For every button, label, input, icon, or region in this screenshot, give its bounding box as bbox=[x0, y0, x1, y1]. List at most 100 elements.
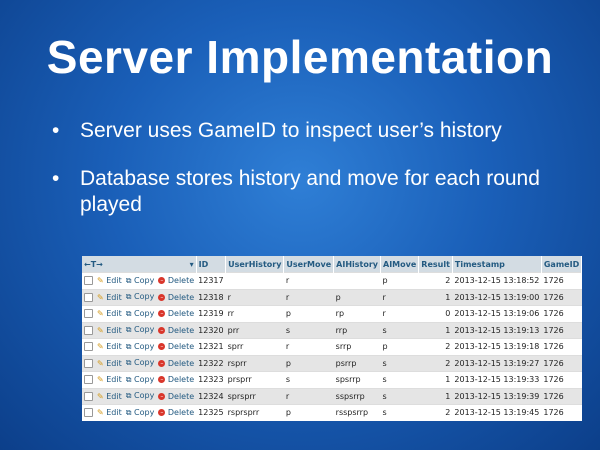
pencil-icon: ✎ bbox=[97, 309, 104, 319]
delete-icon: – bbox=[158, 409, 166, 417]
bullet-list: • Server uses GameID to inspect user’s h… bbox=[52, 118, 572, 240]
edit-button[interactable]: ✎ Edit bbox=[95, 305, 124, 322]
pencil-icon: ✎ bbox=[97, 342, 104, 352]
delete-button[interactable]: – Delete bbox=[156, 387, 197, 405]
copy-button[interactable]: ⧉ Copy bbox=[123, 371, 157, 388]
cell-result: 1 bbox=[418, 371, 453, 388]
edit-button[interactable]: ✎ Edit bbox=[95, 272, 124, 289]
bullet-text: Database stores history and move for eac… bbox=[80, 167, 540, 216]
header-userhistory[interactable]: UserHistory bbox=[225, 256, 285, 273]
edit-button[interactable]: ✎ Edit bbox=[95, 354, 124, 372]
delete-button[interactable]: – Delete bbox=[156, 321, 197, 339]
row-checkbox[interactable] bbox=[82, 354, 95, 372]
delete-button[interactable]: – Delete bbox=[156, 305, 197, 322]
column-arrows-icon[interactable]: ←T→ bbox=[84, 260, 103, 269]
row-checkbox[interactable] bbox=[82, 404, 95, 421]
copy-icon: ⧉ bbox=[125, 374, 132, 384]
copy-button[interactable]: ⧉ Copy bbox=[123, 338, 157, 355]
cell-aihistory: rrp bbox=[333, 321, 381, 339]
table-row: ✎ Edit ⧉ Copy – Delete 12320 prr s rrp s 1 2013-1… bbox=[82, 321, 582, 339]
checkbox-icon[interactable] bbox=[84, 408, 93, 418]
copy-button[interactable]: ⧉ Copy bbox=[123, 354, 157, 372]
cell-id: 12321 bbox=[196, 338, 226, 355]
row-checkbox[interactable] bbox=[82, 321, 95, 339]
copy-button[interactable]: ⧉ Copy bbox=[123, 387, 157, 405]
header-aihistory[interactable]: AIHistory bbox=[333, 256, 382, 273]
cell-timestamp: 2013-12-15 13:19:13 bbox=[452, 321, 542, 339]
cell-usermove: p bbox=[283, 305, 334, 322]
header-timestamp[interactable]: Timestamp bbox=[452, 256, 542, 273]
cell-userhistory: prsprr bbox=[225, 371, 284, 388]
cell-aihistory bbox=[333, 272, 381, 289]
cell-result: 1 bbox=[418, 288, 453, 306]
delete-label: Delete bbox=[167, 375, 195, 385]
checkbox-icon[interactable] bbox=[84, 375, 93, 385]
copy-button[interactable]: ⧉ Copy bbox=[123, 272, 157, 289]
checkbox-icon[interactable] bbox=[84, 391, 93, 401]
delete-label: Delete bbox=[167, 391, 195, 401]
delete-button[interactable]: – Delete bbox=[156, 338, 197, 355]
database-table-screenshot: ←T→ ▾ ID UserHistory UserMove AIHistory A… bbox=[82, 256, 583, 421]
cell-id: 12325 bbox=[196, 404, 226, 421]
cell-userhistory: sprr bbox=[225, 338, 284, 355]
pencil-icon: ✎ bbox=[97, 325, 104, 335]
checkbox-icon[interactable] bbox=[84, 358, 93, 368]
column-nav-arrows[interactable]: ←T→ ▾ bbox=[82, 256, 197, 273]
header-usermove[interactable]: UserMove bbox=[283, 256, 335, 273]
delete-icon: – bbox=[158, 343, 166, 351]
header-id[interactable]: ID bbox=[196, 256, 227, 273]
checkbox-icon[interactable] bbox=[84, 342, 93, 352]
edit-button[interactable]: ✎ Edit bbox=[95, 288, 124, 306]
edit-button[interactable]: ✎ Edit bbox=[95, 321, 124, 339]
cell-result: 2 bbox=[418, 404, 453, 421]
header-gameid[interactable]: GameID bbox=[541, 256, 583, 273]
checkbox-icon[interactable] bbox=[84, 325, 93, 335]
checkbox-icon[interactable] bbox=[84, 309, 93, 319]
delete-button[interactable]: – Delete bbox=[156, 371, 197, 388]
cell-id: 12320 bbox=[196, 321, 226, 339]
row-checkbox[interactable] bbox=[82, 272, 95, 289]
edit-button[interactable]: ✎ Edit bbox=[95, 371, 124, 388]
delete-button[interactable]: – Delete bbox=[156, 404, 197, 421]
edit-label: Edit bbox=[106, 408, 122, 418]
delete-button[interactable]: – Delete bbox=[156, 354, 197, 372]
copy-button[interactable]: ⧉ Copy bbox=[123, 321, 157, 339]
row-checkbox[interactable] bbox=[82, 305, 95, 322]
cell-aimove: s bbox=[380, 321, 419, 339]
cell-result: 2 bbox=[418, 354, 453, 372]
edit-button[interactable]: ✎ Edit bbox=[95, 404, 124, 421]
delete-label: Delete bbox=[167, 309, 195, 319]
cell-result: 2 bbox=[418, 272, 453, 289]
checkbox-icon[interactable] bbox=[84, 276, 93, 286]
delete-button[interactable]: – Delete bbox=[156, 288, 197, 306]
bullet-dot: • bbox=[52, 119, 60, 142]
checkbox-icon[interactable] bbox=[84, 292, 93, 302]
copy-button[interactable]: ⧉ Copy bbox=[123, 404, 157, 421]
row-checkbox[interactable] bbox=[82, 387, 95, 405]
header-aimove[interactable]: AIMove bbox=[380, 256, 420, 273]
edit-button[interactable]: ✎ Edit bbox=[95, 387, 124, 405]
header-result[interactable]: Result bbox=[418, 256, 453, 273]
row-checkbox[interactable] bbox=[82, 338, 95, 355]
copy-label: Copy bbox=[134, 325, 155, 335]
delete-button[interactable]: – Delete bbox=[156, 272, 197, 289]
pencil-icon: ✎ bbox=[97, 408, 104, 418]
copy-label: Copy bbox=[134, 341, 155, 351]
results-table: ←T→ ▾ ID UserHistory UserMove AIHistory A… bbox=[82, 256, 583, 421]
cell-usermove: s bbox=[283, 371, 334, 388]
cell-userhistory: prr bbox=[225, 321, 284, 339]
cell-id: 12324 bbox=[196, 387, 226, 405]
copy-button[interactable]: ⧉ Copy bbox=[123, 305, 157, 322]
edit-label: Edit bbox=[106, 391, 122, 401]
sort-dropdown-icon[interactable]: ▾ bbox=[190, 260, 194, 269]
cell-gameid: 1726 bbox=[541, 272, 582, 289]
table-header-row: ←T→ ▾ ID UserHistory UserMove AIHistory A… bbox=[82, 256, 583, 273]
edit-label: Edit bbox=[106, 358, 122, 368]
cell-aimove: s bbox=[380, 404, 419, 421]
edit-button[interactable]: ✎ Edit bbox=[95, 338, 124, 355]
cell-timestamp: 2013-12-15 13:19:18 bbox=[452, 338, 542, 355]
copy-button[interactable]: ⧉ Copy bbox=[123, 288, 157, 306]
row-checkbox[interactable] bbox=[82, 371, 95, 388]
row-checkbox[interactable] bbox=[82, 288, 95, 306]
cell-gameid: 1726 bbox=[541, 338, 582, 355]
